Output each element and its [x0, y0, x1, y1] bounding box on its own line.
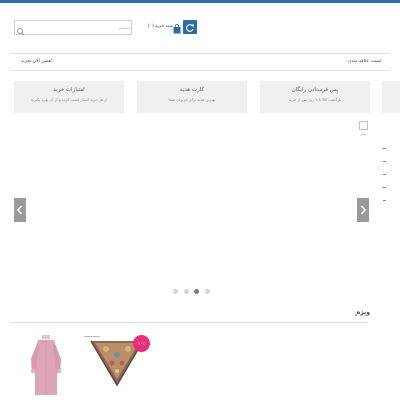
wishlist-link[interactable]: لیست علاقه مندی	[348, 59, 382, 64]
nav-divider	[10, 70, 390, 71]
slider-dot-4[interactable]	[205, 289, 210, 294]
slider-dot-1[interactable]	[173, 289, 178, 294]
side-list-marker	[383, 187, 386, 188]
product-card-coat[interactable]	[26, 335, 66, 400]
slider-next-button[interactable]	[357, 198, 369, 222]
slider-prev-button[interactable]	[14, 198, 26, 222]
search-input[interactable]	[27, 21, 131, 34]
feature-title: امتیازات خرید	[53, 87, 85, 93]
side-list-marker	[383, 161, 386, 162]
slider-dot-3[interactable]	[194, 289, 199, 294]
special-divider	[10, 322, 368, 323]
product-top-line	[84, 336, 100, 337]
image-icon[interactable]	[359, 121, 368, 137]
feature-free-return: پس فرستادن رایگان بازگشت کالا تا ۷ روز پ…	[260, 81, 370, 113]
feature-description: بهترین هدیه برای عزیزان شما	[168, 97, 216, 102]
side-list-marker	[383, 174, 386, 175]
cart-label[interactable]: سبد خرید (۰)	[137, 24, 173, 29]
top-accent-bar	[0, 0, 400, 3]
title-marker	[355, 314, 357, 316]
side-list-marker	[383, 200, 386, 201]
feature-partial	[382, 81, 400, 113]
shopping-bag-icon[interactable]	[173, 19, 181, 34]
search-icon[interactable]	[16, 22, 26, 36]
coat-image	[30, 335, 62, 395]
discount-badge: ۲۰٪	[133, 335, 150, 352]
feature-shopping-points: امتیازات خرید از هر خرید امتیاز کسب کرده…	[14, 81, 124, 113]
refresh-icon	[186, 24, 194, 32]
side-list-marker	[383, 148, 386, 149]
header-divider	[10, 53, 390, 54]
refresh-button[interactable]	[183, 20, 197, 34]
slider-dot-2[interactable]	[184, 289, 189, 294]
chevron-right-icon	[360, 205, 366, 215]
feature-title: پس فرستادن رایگان	[291, 87, 339, 93]
feature-gift-card: کارت هدیه بهترین هدیه برای عزیزان شما	[137, 81, 247, 113]
feature-description: از هر خرید امتیاز کسب کرده و از آن بهره …	[30, 97, 108, 102]
buy-now-link[interactable]: همین الان بخرید!	[21, 59, 53, 64]
feature-description: بازگشت کالا تا ۷ روز پس از خرید	[288, 97, 342, 102]
feature-title: کارت هدیه	[179, 87, 205, 93]
chevron-left-icon	[17, 205, 23, 215]
search-box[interactable]	[14, 20, 132, 36]
